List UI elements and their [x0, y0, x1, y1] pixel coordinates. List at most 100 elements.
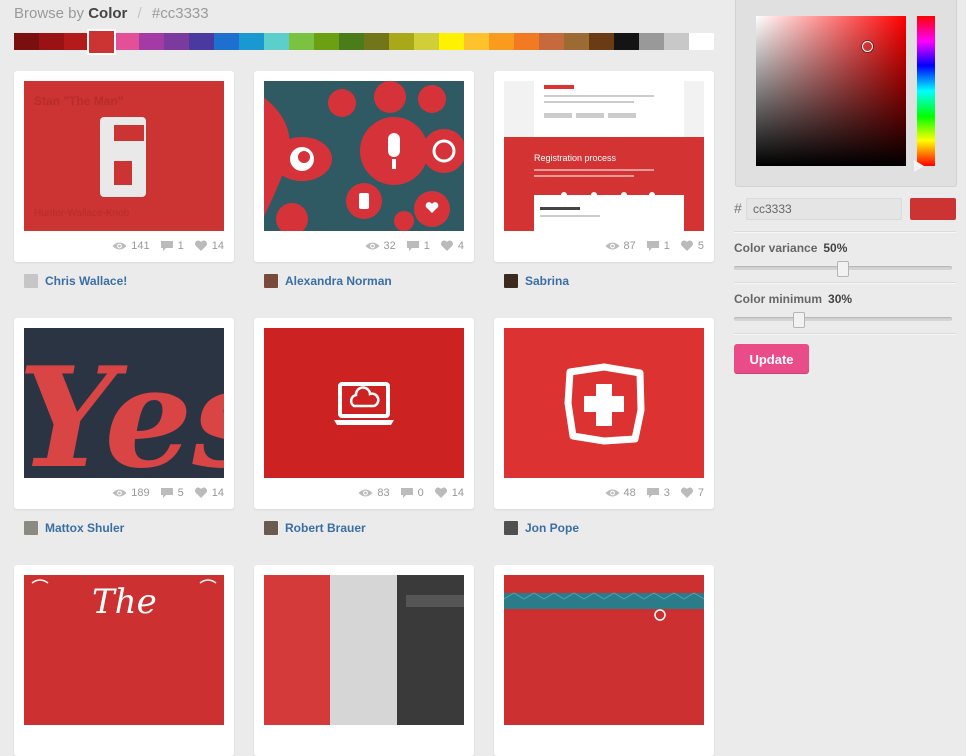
color-swatch[interactable]: [564, 33, 589, 50]
comments-stat[interactable]: 5: [160, 487, 184, 499]
color-swatch[interactable]: [64, 33, 89, 50]
shot-card[interactable]: [254, 565, 474, 756]
color-swatch[interactable]: [589, 33, 614, 50]
comments-stat[interactable]: 0: [400, 487, 424, 499]
color-swatch[interactable]: [389, 33, 414, 50]
color-swatch[interactable]: [639, 33, 664, 50]
comment-icon: [646, 240, 660, 252]
color-swatch[interactable]: [439, 33, 464, 50]
likes-stat[interactable]: 14: [194, 487, 224, 499]
shot-author[interactable]: Chris Wallace!: [24, 272, 127, 290]
shot-thumbnail[interactable]: [504, 328, 704, 478]
author-name[interactable]: Robert Brauer: [285, 521, 366, 535]
author-name[interactable]: Mattox Shuler: [45, 521, 124, 535]
comments-count: 1: [423, 240, 430, 252]
shot-thumbnail[interactable]: [264, 328, 464, 478]
color-swatch[interactable]: [539, 33, 564, 50]
author-name[interactable]: Sabrina: [525, 274, 569, 288]
likes-stat[interactable]: 4: [440, 240, 464, 252]
avatar[interactable]: [504, 274, 518, 288]
shot-card[interactable]: 83 0 14: [254, 318, 474, 509]
comments-stat[interactable]: 1: [406, 240, 430, 252]
color-swatch[interactable]: [114, 33, 139, 50]
color-swatch[interactable]: [314, 33, 339, 50]
shot-card[interactable]: [494, 565, 714, 756]
color-swatch[interactable]: [264, 33, 289, 50]
likes-stat[interactable]: 5: [680, 240, 704, 252]
likes-stat[interactable]: 7: [680, 487, 704, 499]
avatar[interactable]: [24, 521, 38, 535]
shot-card[interactable]: Stan "The Man" Hunter-Wallace-Knob 141 1 14: [14, 71, 234, 262]
color-minimum-handle[interactable]: [793, 312, 805, 328]
color-picker: [735, 0, 957, 187]
thumb-text: Registration process: [534, 153, 617, 163]
color-swatch[interactable]: [139, 33, 164, 50]
shot-thumbnail[interactable]: [264, 575, 464, 725]
likes-stat[interactable]: 14: [194, 240, 224, 252]
shot-card[interactable]: Yes 189 5 14: [14, 318, 234, 509]
shot-stats: 141 1 14: [112, 238, 224, 254]
color-swatch[interactable]: [339, 33, 364, 50]
color-swatch[interactable]: [39, 33, 64, 50]
shot-thumbnail[interactable]: Yes: [24, 328, 224, 478]
color-swatch[interactable]: [689, 33, 714, 50]
color-variance-handle[interactable]: [837, 261, 849, 277]
shot-thumbnail[interactable]: [504, 575, 704, 725]
likes-count: 14: [211, 487, 224, 499]
shot-card[interactable]: 48 3 7: [494, 318, 714, 509]
picker-cursor[interactable]: [862, 41, 873, 52]
shot-author[interactable]: Sabrina: [504, 272, 569, 290]
color-minimum-track[interactable]: [734, 317, 952, 321]
color-swatch[interactable]: [239, 33, 264, 50]
avatar[interactable]: [264, 521, 278, 535]
likes-count: 7: [697, 487, 704, 499]
shot-card[interactable]: Registration process 87 1 5: [494, 71, 714, 262]
shot-card[interactable]: 32 1 4: [254, 71, 474, 262]
color-swatch[interactable]: [189, 33, 214, 50]
color-swatch[interactable]: [664, 33, 689, 50]
comments-stat[interactable]: 1: [646, 240, 670, 252]
color-swatch[interactable]: [414, 33, 439, 50]
shot-author[interactable]: Robert Brauer: [264, 519, 366, 537]
views-stat: 32: [365, 240, 396, 252]
color-swatch[interactable]: [14, 33, 39, 50]
color-minimum-label: Color minimum 30%: [734, 292, 852, 306]
author-name[interactable]: Jon Pope: [525, 521, 579, 535]
hex-input[interactable]: [746, 198, 902, 220]
author-name[interactable]: Chris Wallace!: [45, 274, 127, 288]
shot-thumbnail[interactable]: Registration process: [504, 81, 704, 231]
views-count: 87: [623, 240, 636, 252]
hue-slider[interactable]: [917, 16, 935, 166]
color-swatch[interactable]: [614, 33, 639, 50]
shot-author[interactable]: Mattox Shuler: [24, 519, 124, 537]
color-swatch[interactable]: [489, 33, 514, 50]
color-swatch[interactable]: [164, 33, 189, 50]
comments-count: 5: [177, 487, 184, 499]
likes-count: 5: [697, 240, 704, 252]
shot-thumbnail[interactable]: The: [24, 575, 224, 725]
hue-slider-handle[interactable]: [914, 160, 924, 172]
avatar[interactable]: [24, 274, 38, 288]
divider: [734, 282, 956, 284]
avatar[interactable]: [264, 274, 278, 288]
shot-thumbnail[interactable]: [264, 81, 464, 231]
comments-stat[interactable]: 3: [646, 487, 670, 499]
comments-stat[interactable]: 1: [160, 240, 184, 252]
color-swatch[interactable]: [289, 33, 314, 50]
shot-thumbnail[interactable]: Stan "The Man" Hunter-Wallace-Knob: [24, 81, 224, 231]
author-name[interactable]: Alexandra Norman: [285, 274, 392, 288]
shot-stats: 87 1 5: [605, 238, 704, 254]
likes-stat[interactable]: 14: [434, 487, 464, 499]
color-swatch[interactable]: [214, 33, 239, 50]
shot-author[interactable]: Jon Pope: [504, 519, 579, 537]
update-button[interactable]: Update: [734, 344, 809, 374]
shot-author[interactable]: Alexandra Norman: [264, 272, 392, 290]
color-swatch[interactable]: [87, 29, 116, 55]
avatar[interactable]: [504, 521, 518, 535]
color-swatch[interactable]: [514, 33, 539, 50]
color-swatch[interactable]: [364, 33, 389, 50]
saturation-value-square[interactable]: [756, 16, 906, 166]
breadcrumb-current[interactable]: Color: [88, 5, 127, 22]
color-swatch[interactable]: [464, 33, 489, 50]
shot-card[interactable]: The: [14, 565, 234, 756]
